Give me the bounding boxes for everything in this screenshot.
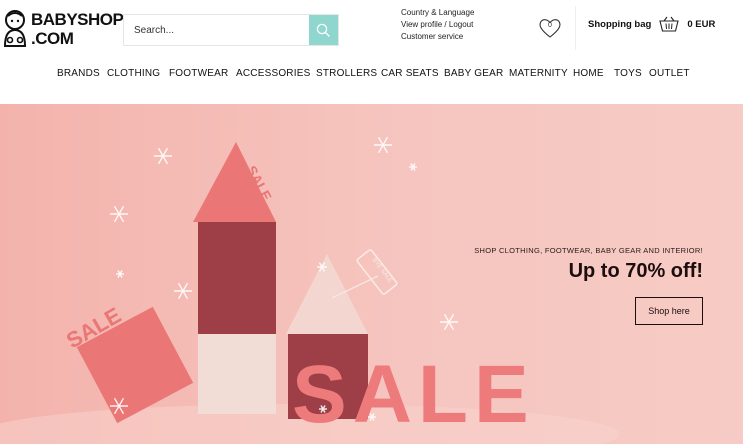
- nav-accessories[interactable]: ACCESSORIES: [236, 68, 310, 79]
- nav-toys[interactable]: TOYS: [614, 68, 642, 79]
- logo-text-line2: .COM: [31, 29, 74, 48]
- logo-text-line1: BABYSHOP: [31, 10, 124, 29]
- hero-title: Up to 70% off!: [568, 260, 703, 282]
- shopping-bag-button[interactable]: Shopping bag 0 EUR: [588, 15, 715, 33]
- search-input[interactable]: [124, 15, 308, 45]
- search-icon: [316, 23, 330, 37]
- nav-clothing[interactable]: CLOTHING: [107, 68, 160, 79]
- big-sale-text: SALE: [292, 349, 535, 440]
- shopping-bag-total: 0 EUR: [687, 18, 716, 30]
- hero-subtitle: SHOP CLOTHING, FOOTWEAR, BABY GEAR AND I…: [474, 246, 703, 255]
- tag-text: BYE SALE: [370, 258, 393, 285]
- house-roof: [286, 254, 368, 334]
- nav-brands[interactable]: BRANDS: [57, 68, 100, 79]
- nav-home[interactable]: HOME: [573, 68, 604, 79]
- search-button[interactable]: [309, 15, 338, 45]
- baby-logo-icon: [3, 10, 27, 47]
- shopping-bag-label: Shopping bag: [588, 18, 652, 30]
- tall-block-base: [198, 334, 276, 414]
- profile-logout-link[interactable]: View profile / Logout: [401, 19, 474, 31]
- basket-icon: [659, 16, 680, 32]
- nav-car-seats[interactable]: CAR SEATS: [381, 68, 439, 79]
- babyshop-logo[interactable]: BABYSHOP .COM: [0, 6, 124, 52]
- wishlist-button[interactable]: 0: [537, 16, 563, 40]
- shop-here-button[interactable]: Shop here: [635, 297, 703, 325]
- country-language-link[interactable]: Country & Language: [401, 7, 474, 19]
- nav-baby-gear[interactable]: BABY GEAR: [444, 68, 503, 79]
- nav-outlet[interactable]: OUTLET: [649, 68, 690, 79]
- search-box: [123, 14, 339, 46]
- wishlist-count: 0: [548, 22, 552, 29]
- price-tag: [356, 249, 398, 295]
- nav-footwear[interactable]: FOOTWEAR: [169, 68, 228, 79]
- nav-maternity[interactable]: MATERNITY: [509, 68, 568, 79]
- site-header: BABYSHOP .COM Country & Language View pr…: [0, 0, 743, 104]
- nav-strollers[interactable]: STROLLERS: [316, 68, 377, 79]
- customer-service-link[interactable]: Customer service: [401, 31, 474, 43]
- account-links: Country & Language View profile / Logout…: [401, 7, 474, 43]
- main-navigation: BRANDS CLOTHING FOOTWEAR ACCESSORIES STR…: [0, 68, 743, 82]
- header-divider: [575, 6, 576, 50]
- tall-block-burgundy: [198, 222, 276, 336]
- sale-hero-banner[interactable]: SALE BYE SALE SALE SALE SHOP CLOTHING, F…: [0, 104, 743, 444]
